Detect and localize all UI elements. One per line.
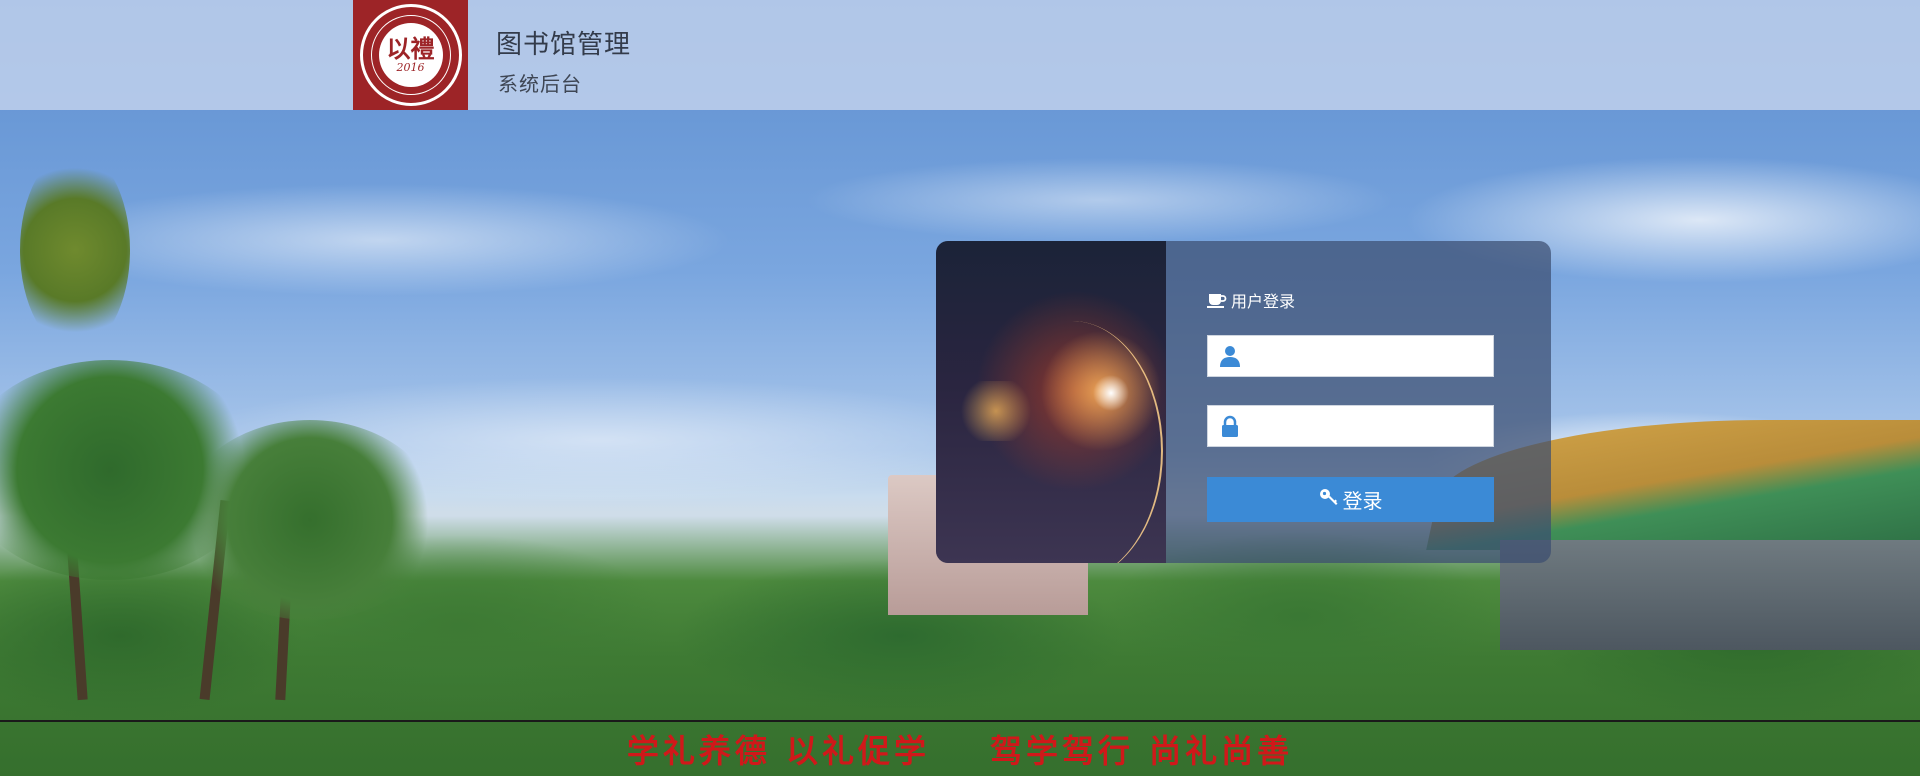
hall-base	[1500, 540, 1920, 650]
login-heading: 用户登录	[1207, 289, 1494, 311]
lock-icon	[1219, 415, 1241, 437]
login-panel: 用户登录 登录	[936, 241, 1551, 563]
password-input[interactable]	[1250, 406, 1494, 448]
palm-tree	[180, 420, 440, 620]
footer-divider	[0, 720, 1920, 722]
cup-icon	[1207, 292, 1227, 308]
login-button[interactable]: 登录	[1207, 477, 1494, 522]
top-header: 以禮 2016 图书馆管理 系统后台	[0, 0, 1920, 110]
login-button-label: 登录	[1342, 491, 1383, 513]
slogan-left: 学礼养德 以礼促学	[626, 732, 930, 770]
city-lights	[956, 381, 1036, 441]
logo-mark: 以禮	[386, 34, 435, 63]
login-form: 用户登录 登录	[1207, 289, 1494, 522]
login-heading-label: 用户登录	[1231, 294, 1296, 311]
username-input[interactable]	[1250, 336, 1494, 378]
logo-year: 2016	[396, 61, 425, 74]
slogan-right: 驾学驾行 尚礼尚善	[990, 732, 1294, 770]
app-subtitle: 系统后台	[498, 74, 582, 96]
logo-seal: 以禮 2016	[378, 23, 443, 87]
app-title: 图书馆管理	[496, 29, 632, 59]
user-icon	[1219, 345, 1241, 367]
eclipse-illustration	[936, 241, 1166, 563]
password-field	[1207, 405, 1494, 448]
key-icon	[1319, 487, 1339, 513]
foliage	[20, 150, 130, 350]
school-logo: 以禮 2016	[353, 0, 468, 110]
school-slogan: 学礼养德 以礼促学 驾学驾行 尚礼尚善	[0, 726, 1920, 772]
username-field	[1207, 335, 1494, 378]
logo-ring: 以禮 2016	[359, 4, 462, 106]
login-page: 以禮 2016 图书馆管理 系统后台 用户登录 登录 学礼养德 以礼促学 驾学驾…	[0, 0, 1920, 776]
